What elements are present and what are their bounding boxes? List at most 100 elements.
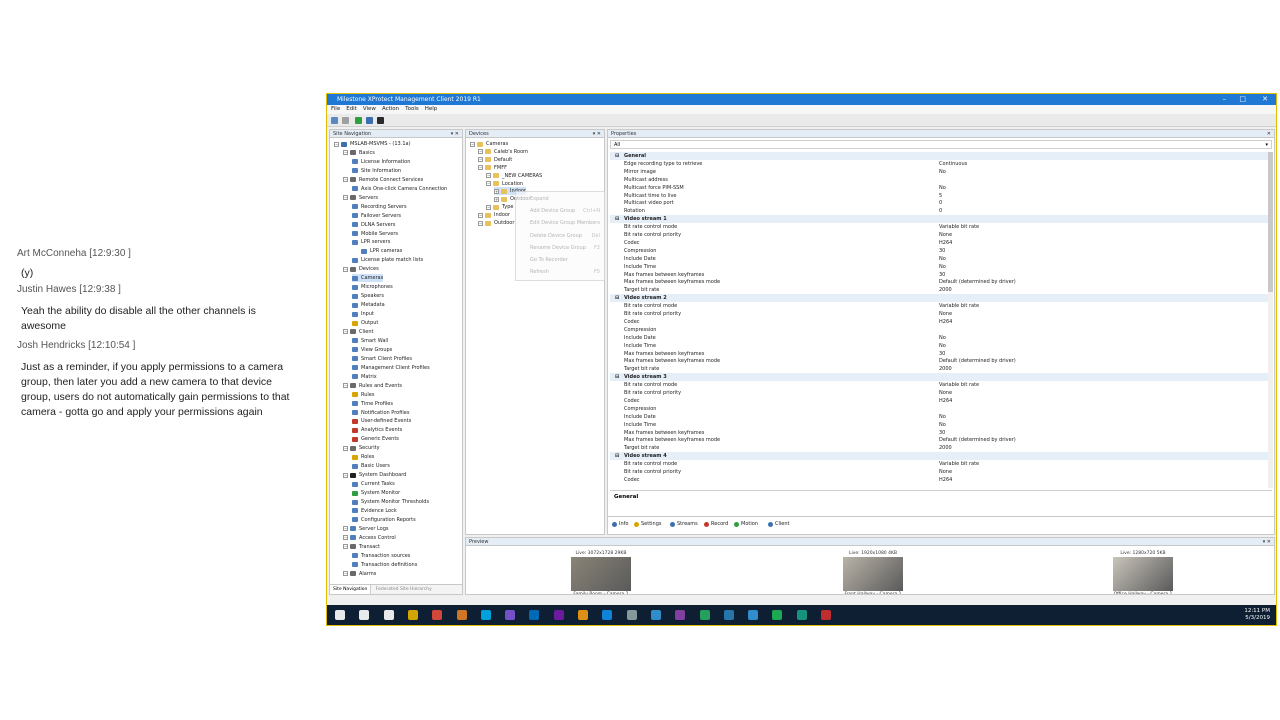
property-row[interactable]: Max frames between keyframes 30 [610, 271, 1268, 279]
teamviewer-icon[interactable] [602, 610, 613, 620]
site-nav-item[interactable]: Roles [352, 453, 374, 461]
site-nav-item[interactable]: Axis One-click Camera Connection [352, 185, 447, 193]
site-nav-item[interactable]: Analytics Events [352, 426, 402, 434]
property-row[interactable]: Codec H264 [610, 397, 1268, 405]
tab-client[interactable]: Client [768, 521, 789, 527]
property-row[interactable]: Multicast address [610, 176, 1268, 184]
xprotect-icon[interactable] [748, 610, 759, 620]
search-icon[interactable] [359, 610, 370, 620]
property-value[interactable]: 30 [939, 350, 945, 358]
site-nav-item[interactable]: Basic Users [352, 462, 390, 470]
property-value[interactable]: H264 [939, 239, 952, 247]
property-value[interactable]: 30 [939, 429, 945, 437]
property-value[interactable]: No [939, 413, 946, 421]
site-nav-item[interactable]: Input [352, 310, 374, 318]
terminal-icon[interactable] [796, 610, 807, 620]
expand-icon[interactable]: − [478, 149, 483, 155]
device-group-item[interactable]: − Indoor [478, 211, 510, 219]
property-row[interactable]: Bit rate control priority None [610, 468, 1268, 476]
property-row[interactable]: Multicast force PIM-SSM No [610, 184, 1268, 192]
site-nav-item[interactable]: − Rules and Events [343, 382, 402, 390]
camera-preview[interactable]: Live: 3072x1728 29KB Family Room - Camera… [566, 551, 636, 594]
spotify-icon[interactable] [772, 610, 783, 620]
onenote-icon[interactable] [553, 610, 564, 620]
pane-close-icon[interactable]: ▾ ✕ [451, 130, 459, 138]
tab-motion[interactable]: Motion [734, 521, 758, 527]
network-icon[interactable] [626, 610, 637, 620]
property-value[interactable]: None [939, 389, 952, 397]
property-value[interactable]: H264 [939, 318, 952, 326]
property-row[interactable]: Include Time No [610, 342, 1268, 350]
expand-icon[interactable]: − [343, 526, 348, 532]
site-nav-item[interactable]: Site Information [352, 167, 401, 175]
tab-settings[interactable]: Settings [634, 521, 662, 527]
site-nav-item[interactable]: LPR cameras [361, 247, 402, 255]
pane-close-icon[interactable]: ✕ [1267, 130, 1271, 138]
properties-scrollbar[interactable] [1268, 152, 1273, 488]
property-row[interactable]: Include Date No [610, 413, 1268, 421]
property-row[interactable]: Target bit rate 2000 [610, 444, 1268, 452]
menu-edit[interactable]: Edit [346, 106, 357, 112]
expand-icon[interactable]: − [478, 165, 483, 171]
property-row[interactable]: Bit rate control mode Variable bit rate [610, 381, 1268, 389]
system-tray-clock[interactable]: 12:11 PM 5/3/2019 [1244, 608, 1270, 622]
context-menu-item[interactable]: Expand [530, 196, 549, 202]
collapse-icon[interactable]: ⊟ [615, 294, 619, 302]
site-nav-item[interactable]: − MSLAB-MSVMS - (13.1a) [334, 140, 411, 148]
context-menu-item[interactable]: Add Device Group [530, 208, 575, 214]
app-icon[interactable] [699, 610, 710, 620]
property-value[interactable]: No [939, 168, 946, 176]
property-row[interactable]: Edge recording type to retrieve Continuou… [610, 160, 1268, 168]
property-value[interactable]: 2000 [939, 444, 952, 452]
property-value[interactable]: 2000 [939, 286, 952, 294]
site-nav-item[interactable]: License plate match lists [352, 256, 423, 264]
site-nav-item[interactable]: Microphones [352, 283, 393, 291]
expand-icon[interactable]: − [343, 535, 348, 541]
property-value[interactable]: No [939, 334, 946, 342]
site-nav-item[interactable]: Metadata [352, 301, 385, 309]
expand-icon[interactable]: − [343, 150, 348, 156]
milestone-icon[interactable] [675, 610, 686, 620]
expand-icon[interactable]: + [494, 188, 499, 194]
collapse-icon[interactable]: ⊟ [615, 373, 619, 381]
pane-close-icon[interactable]: ▾ ✕ [1263, 538, 1271, 546]
context-menu-item[interactable]: Go To Recorder [530, 257, 568, 263]
context-menu-item[interactable]: Delete Device Group [530, 233, 582, 239]
site-nav-item[interactable]: − Basics [343, 149, 375, 157]
site-nav-item[interactable]: Time Profiles [352, 400, 393, 408]
property-group[interactable]: ⊟ Video stream 2 [610, 294, 1268, 303]
context-menu-item[interactable]: Refresh [530, 269, 549, 275]
menu-file[interactable]: File [331, 106, 340, 112]
expand-icon[interactable]: − [478, 157, 483, 163]
device-group-item[interactable]: − Type [486, 203, 513, 211]
expand-icon[interactable]: − [343, 177, 348, 183]
visual-studio-icon[interactable] [505, 610, 516, 620]
expand-icon[interactable]: − [343, 383, 348, 389]
property-value[interactable]: Variable bit rate [939, 381, 979, 389]
property-value[interactable]: Variable bit rate [939, 302, 979, 310]
site-nav-item[interactable]: Transaction definitions [352, 561, 417, 569]
property-row[interactable]: Mirror image No [610, 168, 1268, 176]
device-group-item[interactable]: − Outdoor [478, 219, 514, 227]
property-row[interactable]: Rotation 0 [610, 207, 1268, 215]
minimize-icon[interactable]: – [1223, 94, 1227, 105]
site-nav-item[interactable]: − Remote Connect Services [343, 176, 423, 184]
site-nav-item[interactable]: − Devices [343, 265, 379, 273]
site-nav-item[interactable]: Current Tasks [352, 480, 395, 488]
refresh-icon[interactable] [355, 117, 362, 124]
site-nav-item[interactable]: − Server Logs [343, 525, 389, 533]
property-row[interactable]: Bit rate control priority None [610, 389, 1268, 397]
property-row[interactable]: Codec H264 [610, 239, 1268, 247]
property-row[interactable]: Bit rate control priority None [610, 231, 1268, 239]
property-value[interactable]: Default (determined by driver) [939, 278, 1016, 286]
property-row[interactable]: Bit rate control mode Variable bit rate [610, 302, 1268, 310]
site-nav-item[interactable]: − Client [343, 328, 373, 336]
site-nav-item[interactable]: Mobile Servers [352, 230, 398, 238]
device-group-item[interactable]: − Location [486, 180, 523, 188]
property-row[interactable]: Compression [610, 326, 1268, 334]
close-icon[interactable]: ✕ [1262, 94, 1268, 105]
site-nav-item[interactable]: Management Client Profiles [352, 364, 430, 372]
property-value[interactable]: 0 [939, 199, 942, 207]
expand-icon[interactable]: − [478, 220, 483, 226]
property-row[interactable]: Compression [610, 405, 1268, 413]
